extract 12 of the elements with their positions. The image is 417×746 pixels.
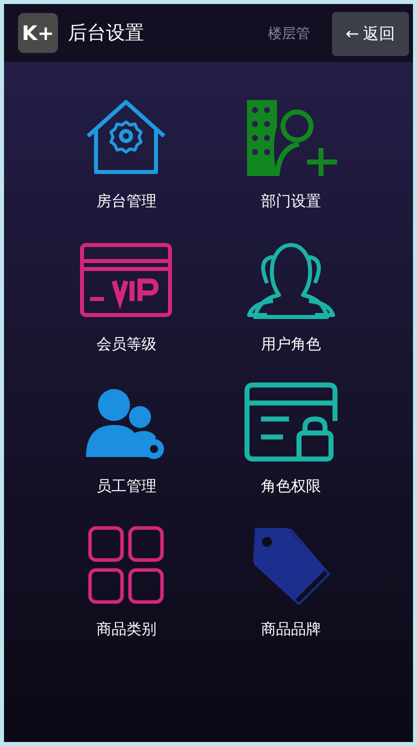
tab-label: 楼层管: [268, 25, 310, 44]
menu-tile[interactable]: 部门设置: [208, 96, 373, 212]
menu-tile[interactable]: 商品品牌: [208, 524, 373, 640]
back-button[interactable]: ← 返回: [332, 12, 409, 56]
logo: K+: [18, 13, 58, 53]
menu-tile[interactable]: 会员等级: [44, 238, 208, 355]
menu-tile[interactable]: 房台管理: [44, 96, 208, 212]
menu-tile[interactable]: 用户角色: [208, 238, 373, 355]
menu-tile[interactable]: 员工管理: [44, 381, 208, 498]
page-title: 后台设置: [68, 20, 144, 46]
menu-tile[interactable]: 角色权限: [208, 381, 373, 498]
menu-tile[interactable]: 商品类别: [44, 524, 208, 640]
